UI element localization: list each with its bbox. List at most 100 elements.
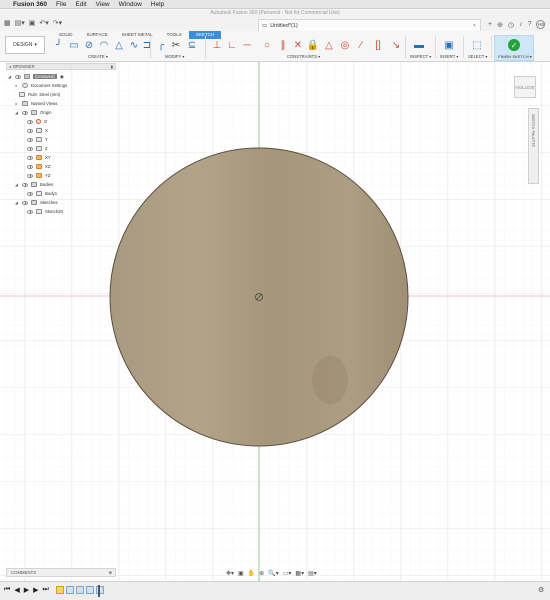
grid-settings-icon[interactable]: ▦▾ [295, 570, 304, 577]
expand-arrow-icon[interactable]: ◢ [14, 110, 19, 115]
rectangle-tool-icon[interactable]: ▭ [68, 40, 80, 52]
tree-item-root[interactable]: ◢ (Unsaved) ◉ [7, 72, 64, 81]
menu-view[interactable]: View [96, 1, 110, 8]
timeline-feature-sketch[interactable] [56, 586, 64, 594]
redo-icon[interactable]: ↷▾ [53, 19, 62, 27]
radio-icon[interactable]: ◉ [60, 74, 64, 80]
timeline-feature[interactable] [66, 586, 74, 594]
coincident-constraint-icon[interactable]: ∟ [226, 40, 238, 52]
sketch-palette-tab[interactable]: SKETCH PALETTE [528, 108, 539, 184]
tree-item-named-views[interactable]: ▸ Named Views [14, 99, 57, 108]
line-tool-icon[interactable]: ╯ [53, 40, 65, 52]
zoom-window-icon[interactable]: 🔍▾ [268, 570, 278, 577]
arc-tool-icon[interactable]: ◠ [98, 40, 110, 52]
parallel-constraint-icon[interactable]: ∥ [277, 40, 289, 52]
tree-item-bodies[interactable]: ◢ Bodies [14, 180, 53, 189]
symmetry-constraint-icon[interactable]: [] [372, 40, 384, 52]
tree-item-origin[interactable]: ◢ Origin [14, 108, 51, 117]
document-tab[interactable]: ▭ Untitled*(1) × [258, 19, 481, 31]
add-comment-icon[interactable]: ⊕ [108, 570, 112, 576]
create-group-label[interactable]: CREATE ▾ [88, 54, 108, 59]
tab-sheet-metal[interactable]: SHEET METAL [115, 31, 160, 39]
visibility-eye-icon[interactable] [15, 74, 21, 79]
visibility-eye-icon[interactable] [27, 191, 33, 196]
select-group-label[interactable]: SELECT ▾ [468, 54, 487, 59]
tab-solid[interactable]: SOLID [52, 31, 80, 39]
visibility-eye-icon[interactable] [22, 200, 28, 205]
close-tab-icon[interactable]: × [473, 23, 476, 29]
visibility-eye-icon[interactable] [27, 209, 33, 214]
modify-group-label[interactable]: MODIFY ▾ [165, 54, 184, 59]
midpoint-constraint-icon[interactable]: △ [323, 40, 335, 52]
pin-icon[interactable]: ▮ [111, 64, 113, 69]
menu-app-name[interactable]: Fusion 360 [13, 1, 47, 8]
browser-header[interactable]: ◂ BROWSER ▮ [6, 63, 116, 70]
trim-tool-icon[interactable]: ✂ [170, 40, 182, 52]
visibility-eye-icon[interactable] [27, 128, 33, 133]
perpendicular-constraint-icon[interactable]: ✕ [292, 40, 304, 52]
menu-file[interactable]: File [56, 1, 66, 8]
concentric-constraint-icon[interactable]: ◎ [339, 40, 351, 52]
tree-item-document-settings[interactable]: ▸ Document Settings [14, 81, 67, 90]
insert-image-icon[interactable]: ▣ [443, 40, 455, 52]
avatar[interactable]: HS [536, 20, 546, 29]
menu-edit[interactable]: Edit [75, 1, 86, 8]
tree-item-xz-plane[interactable]: XZ [27, 162, 51, 171]
visibility-eye-icon[interactable] [27, 173, 33, 178]
menu-help[interactable]: Help [151, 1, 164, 8]
tree-item-x-axis[interactable]: X [27, 126, 48, 135]
tab-surface[interactable]: SURFACE [80, 31, 115, 39]
tree-item-sketch20[interactable]: Sketch20 [27, 207, 63, 216]
tab-tools[interactable]: TOOLS [160, 31, 189, 39]
fix-constraint-icon[interactable]: 🔒 [307, 40, 319, 52]
extensions-icon[interactable]: ⊕ [497, 21, 503, 29]
tree-item-xy-plane[interactable]: XY [27, 153, 51, 162]
inspect-group-label[interactable]: INSPECT ▾ [410, 54, 431, 59]
workspace-switcher[interactable]: DESIGN ▾ [5, 36, 45, 54]
collinear-constraint-icon[interactable]: ─ [241, 40, 253, 52]
insert-group-label[interactable]: INSERT ▾ [440, 54, 458, 59]
comments-panel[interactable]: COMMENTS ⊕ [6, 568, 116, 577]
go-to-end-icon[interactable]: ⏭ [42, 586, 48, 594]
visibility-eye-icon[interactable] [27, 146, 33, 151]
menu-window[interactable]: Window [119, 1, 142, 8]
finish-sketch-button[interactable]: ✓ FINISH SKETCH ▾ [494, 35, 534, 61]
look-at-icon[interactable]: ▣ [238, 570, 244, 577]
circle-tool-icon[interactable]: ⊘ [83, 40, 95, 52]
expand-arrow-icon[interactable]: ◢ [7, 74, 12, 79]
tree-item-origin-point[interactable]: O [27, 117, 47, 126]
step-back-icon[interactable]: ◀ [14, 586, 19, 594]
step-forward-icon[interactable]: ▶ [33, 586, 38, 594]
viewports-icon[interactable]: ▤▾ [308, 570, 317, 577]
zoom-icon[interactable]: ⊕ [259, 570, 264, 577]
orbit-icon[interactable]: ✥▾ [226, 570, 234, 577]
undo-icon[interactable]: ↶▾ [39, 19, 48, 27]
fillet-tool-icon[interactable]: ╭ [155, 40, 167, 52]
visibility-eye-icon[interactable] [27, 119, 33, 124]
timeline-feature[interactable] [86, 586, 94, 594]
save-icon[interactable]: ▣ [29, 19, 36, 27]
view-cube[interactable]: HOLLIDE [514, 76, 536, 98]
visibility-eye-icon[interactable] [22, 182, 28, 187]
slot-tool-icon[interactable]: ⊐ [141, 40, 153, 52]
data-panel-icon[interactable]: ▦ [4, 19, 11, 27]
file-menu-icon[interactable]: ▤▾ [15, 19, 25, 27]
display-settings-icon[interactable]: ▭▾ [283, 570, 292, 577]
tree-item-z-axis[interactable]: Z [27, 144, 48, 153]
pan-icon[interactable]: ✋ [248, 570, 255, 577]
tree-item-y-axis[interactable]: Y [27, 135, 48, 144]
tree-item-yz-plane[interactable]: YZ [27, 171, 51, 180]
equal-constraint-icon[interactable]: ⁄ [355, 40, 367, 52]
expand-arrow-icon[interactable]: ▸ [14, 83, 19, 88]
offset-tool-icon[interactable]: ⊆ [186, 40, 198, 52]
help-icon[interactable]: ? [528, 21, 532, 28]
horizontal-constraint-icon[interactable]: ⊥ [211, 40, 223, 52]
tree-item-sketches[interactable]: ◢ Sketches [14, 198, 58, 207]
spline-tool-icon[interactable]: ∿ [128, 40, 140, 52]
bell-icon[interactable]: ♪ [519, 21, 523, 28]
timeline-feature[interactable] [76, 586, 84, 594]
expand-arrow-icon[interactable]: ▸ [14, 101, 19, 106]
constraints-group-label[interactable]: CONSTRAINTS ▾ [287, 54, 320, 59]
expand-arrow-icon[interactable]: ◢ [14, 200, 19, 205]
play-icon[interactable]: ▶ [24, 586, 29, 594]
